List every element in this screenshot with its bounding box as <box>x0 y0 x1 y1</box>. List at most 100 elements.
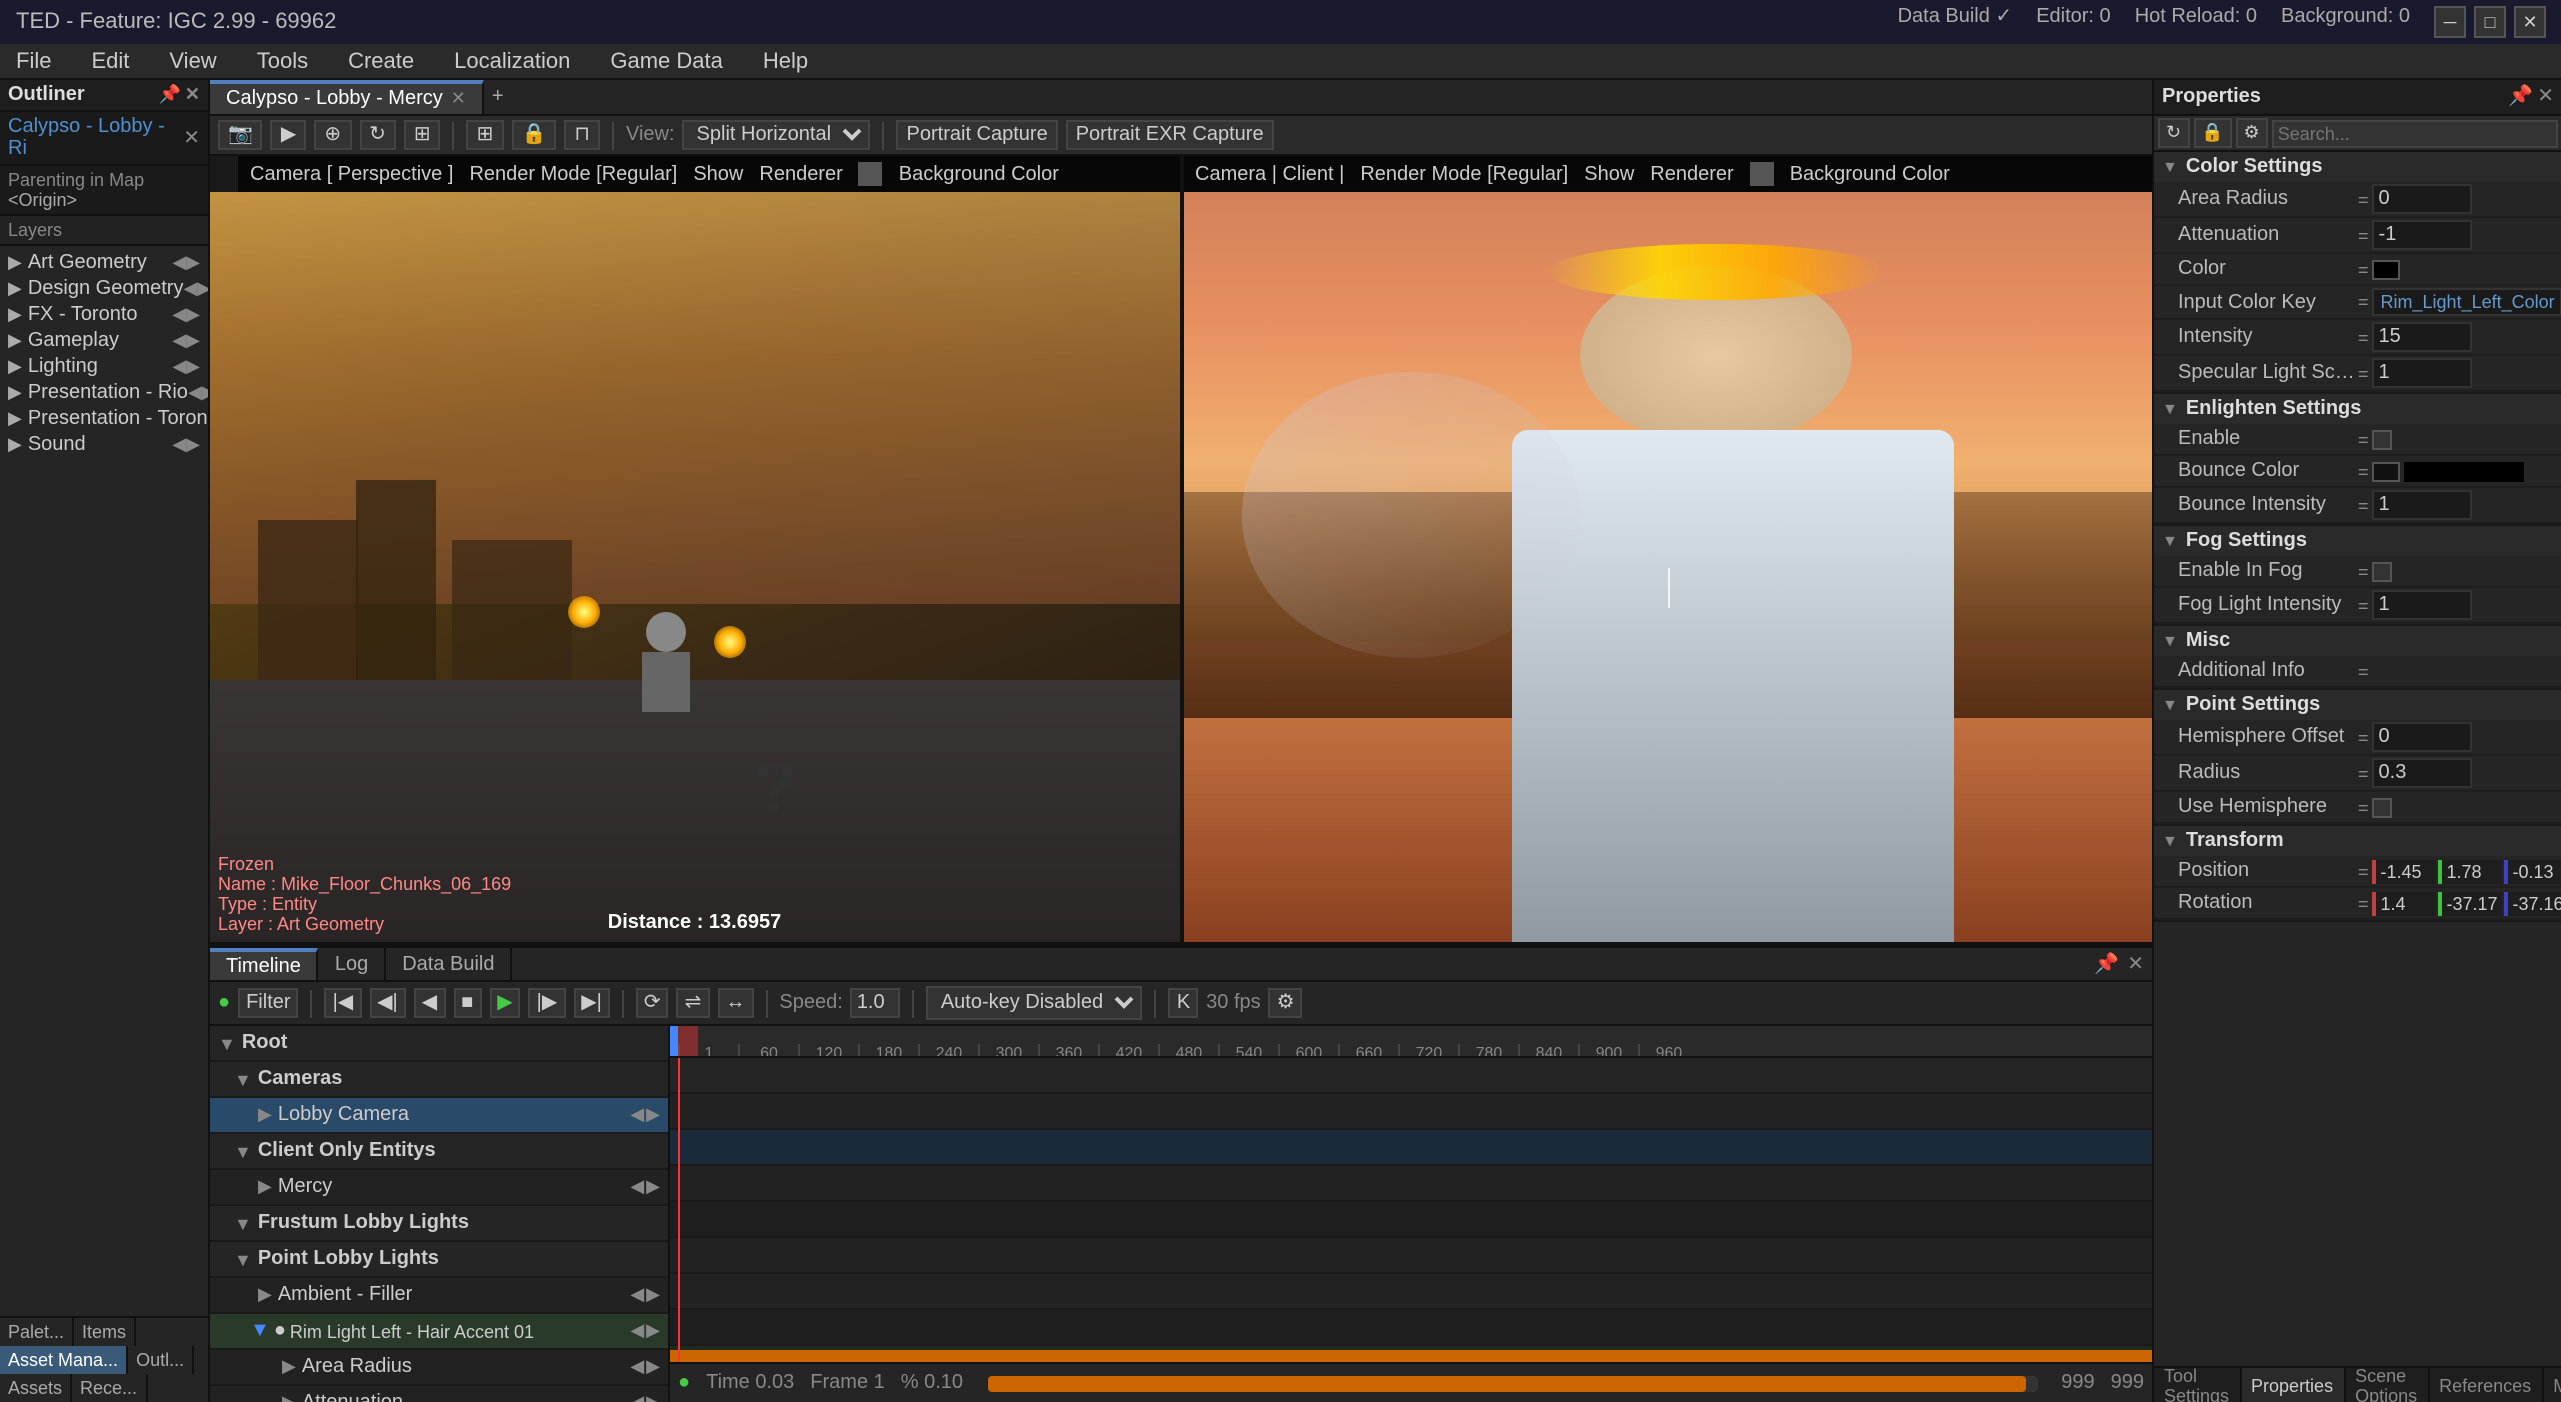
track-ctrl-2[interactable]: ▶ <box>646 1356 660 1378</box>
prop-expand[interactable]: = <box>2358 259 2369 279</box>
viewport-left-content[interactable]: ? Frozen Name : Mike_Floor_Chunks_06_169… <box>210 192 1179 942</box>
background-color-left[interactable]: Background Color <box>899 163 1059 185</box>
renderer-button-left[interactable]: Renderer <box>759 163 842 185</box>
prop-expand[interactable]: = <box>2358 495 2369 515</box>
section-fog-header[interactable]: ▼ Fog Settings <box>2154 526 2561 556</box>
toolbar-scale-icon[interactable]: ⊞ <box>404 120 441 150</box>
btn-play[interactable]: ▶ <box>489 988 520 1018</box>
background-swatch-right[interactable] <box>1750 162 1774 186</box>
prop-expand[interactable]: = <box>2358 461 2369 481</box>
viewport-new-tab[interactable]: + <box>484 86 512 108</box>
toolbar-snap-icon[interactable]: 🔒 <box>511 120 556 150</box>
track-area-radius[interactable]: ▶ Area Radius ◀ ▶ <box>210 1350 668 1386</box>
btn-to-start[interactable]: |◀ <box>325 988 362 1018</box>
toolbar-move-icon[interactable]: ⊕ <box>314 120 351 150</box>
track-ctrl-1[interactable]: ◀ <box>630 1284 644 1306</box>
render-mode-left[interactable]: Render Mode [Regular] <box>469 163 677 185</box>
toolbar-camera-icon[interactable]: 📷 <box>218 120 263 150</box>
position-z[interactable] <box>2505 859 2561 883</box>
rp-tab-materials[interactable]: Materials <box>2543 1368 2561 1402</box>
props-refresh-btn[interactable]: ↻ <box>2158 118 2189 148</box>
prop-expand[interactable]: = <box>2358 189 2369 209</box>
hemisphere-offset-input[interactable] <box>2373 722 2473 752</box>
show-button-right[interactable]: Show <box>1584 163 1634 185</box>
rotation-z[interactable] <box>2505 891 2561 915</box>
timeline-progress-bar[interactable] <box>670 1350 2152 1362</box>
auto-key-select[interactable]: Auto-key Disabled Auto-key Enabled <box>927 986 1143 1020</box>
viewport-left-bg[interactable]: ? Frozen Name : Mike_Floor_Chunks_06_169… <box>210 192 1179 942</box>
camera-label-right[interactable]: Camera | Client | <box>1195 163 1344 185</box>
render-mode-right[interactable]: Render Mode [Regular] <box>1360 163 1568 185</box>
prop-expand[interactable]: = <box>2358 763 2369 783</box>
props-lock-btn[interactable]: 🔒 <box>2193 118 2231 148</box>
btn-key-all[interactable]: K <box>1169 988 1198 1018</box>
tab-asset-manager[interactable]: Asset Mana... <box>0 1346 128 1374</box>
color-key-link[interactable]: Rim_Light_Left_Color <box>2373 288 2561 316</box>
tree-item-sound[interactable]: ▶ Sound ◀▶ <box>0 432 208 458</box>
btn-bounce[interactable]: ⇌ <box>677 988 710 1018</box>
props-search-input[interactable] <box>2272 119 2558 147</box>
position-x[interactable] <box>2373 859 2437 883</box>
tree-item-presentation-rio[interactable]: ▶ Presentation - Rio ◀▶ <box>0 380 208 406</box>
close-button[interactable]: ✕ <box>2514 6 2546 38</box>
btn-loop[interactable]: ⟳ <box>636 988 669 1018</box>
viewport-right-content[interactable] <box>1183 192 2152 942</box>
props-pin[interactable]: 📌 <box>2508 86 2533 108</box>
prop-expand[interactable]: = <box>2358 727 2369 747</box>
prop-expand[interactable]: = <box>2358 292 2369 312</box>
toolbar-grid-icon[interactable]: ⊞ <box>467 120 504 150</box>
track-attenuation[interactable]: ▶ Attenuation ◀ ▶ <box>210 1386 668 1402</box>
minimize-button[interactable]: ─ <box>2434 6 2466 38</box>
tree-item-lighting[interactable]: ▶ Lighting ◀▶ <box>0 354 208 380</box>
rotation-x[interactable] <box>2373 891 2437 915</box>
tree-item-design-geometry[interactable]: ▶ Design Geometry ◀▶ <box>0 276 208 302</box>
rp-tab-references[interactable]: References <box>2429 1368 2543 1402</box>
bounce-color-swatch[interactable] <box>2373 461 2401 481</box>
toolbar-play-icon[interactable]: ▶ <box>271 120 306 150</box>
prop-expand[interactable]: = <box>2358 595 2369 615</box>
tab-assets[interactable]: Assets <box>0 1374 72 1402</box>
track-mercy[interactable]: ▶ Mercy ◀ ▶ <box>210 1170 668 1206</box>
timeline-close[interactable]: ✕ <box>2127 953 2144 975</box>
menu-localization[interactable]: Localization <box>446 49 578 73</box>
portrait-exr-capture-button[interactable]: Portrait EXR Capture <box>1066 120 1274 150</box>
outliner-pin-button[interactable]: 📌 <box>158 84 180 106</box>
menu-help[interactable]: Help <box>755 49 816 73</box>
fog-light-intensity-input[interactable] <box>2373 590 2473 620</box>
background-swatch-left[interactable] <box>859 162 883 186</box>
rotation-y[interactable] <box>2439 891 2503 915</box>
btn-fps-settings[interactable]: ⚙ <box>1269 988 1303 1018</box>
track-lobby-camera[interactable]: ▶ Lobby Camera ◀ ▶ <box>210 1098 668 1134</box>
toolbar-rotate-icon[interactable]: ↻ <box>359 120 396 150</box>
rp-tab-properties[interactable]: Properties <box>2241 1368 2345 1402</box>
viewport-right-bg[interactable] <box>1183 192 2152 942</box>
prop-expand[interactable]: = <box>2358 363 2369 383</box>
track-ctrl-1[interactable]: ◀ <box>630 1356 644 1378</box>
tree-item-presentation-toronto[interactable]: ▶ Presentation - Toronto ◀▶ <box>0 406 208 432</box>
props-settings-btn[interactable]: ⚙ <box>2236 118 2268 148</box>
rp-tab-scene-options[interactable]: Scene Options <box>2345 1368 2429 1402</box>
menu-edit[interactable]: Edit <box>83 49 137 73</box>
track-cameras[interactable]: ▼ Cameras <box>210 1062 668 1098</box>
bounce-intensity-input[interactable] <box>2373 490 2473 520</box>
scene-label[interactable]: Calypso - Lobby - Ri <box>8 116 179 160</box>
enable-checkbox[interactable] <box>2373 429 2393 449</box>
btn-play-back[interactable]: ◀ <box>414 988 445 1018</box>
light-icon-2[interactable] <box>714 625 746 657</box>
renderer-button-right[interactable]: Renderer <box>1650 163 1733 185</box>
viewport-right[interactable]: Camera | Client | Render Mode [Regular] … <box>1183 156 2152 942</box>
track-ctrl-1[interactable]: ◀ <box>630 1320 644 1342</box>
view-layout-select[interactable]: Split Horizontal <box>683 120 871 150</box>
specular-scale-input[interactable] <box>2373 358 2473 388</box>
section-point-header[interactable]: ▼ Point Settings <box>2154 690 2561 720</box>
prop-expand[interactable]: = <box>2358 861 2369 881</box>
attenuation-input[interactable] <box>2373 220 2473 250</box>
outliner-close-button[interactable]: ✕ <box>185 84 200 106</box>
track-ctrl-lock[interactable]: ▶ <box>646 1104 660 1126</box>
timeline-record-btn[interactable]: ● <box>218 992 230 1014</box>
track-client-only[interactable]: ▼ Client Only Entitys <box>210 1134 668 1170</box>
track-frustum[interactable]: ▼ Frustum Lobby Lights <box>210 1206 668 1242</box>
tree-item-fx-toronto[interactable]: ▶ FX - Toronto ◀▶ <box>0 302 208 328</box>
prop-expand[interactable]: = <box>2358 797 2369 817</box>
track-point-lights[interactable]: ▼ Point Lobby Lights <box>210 1242 668 1278</box>
